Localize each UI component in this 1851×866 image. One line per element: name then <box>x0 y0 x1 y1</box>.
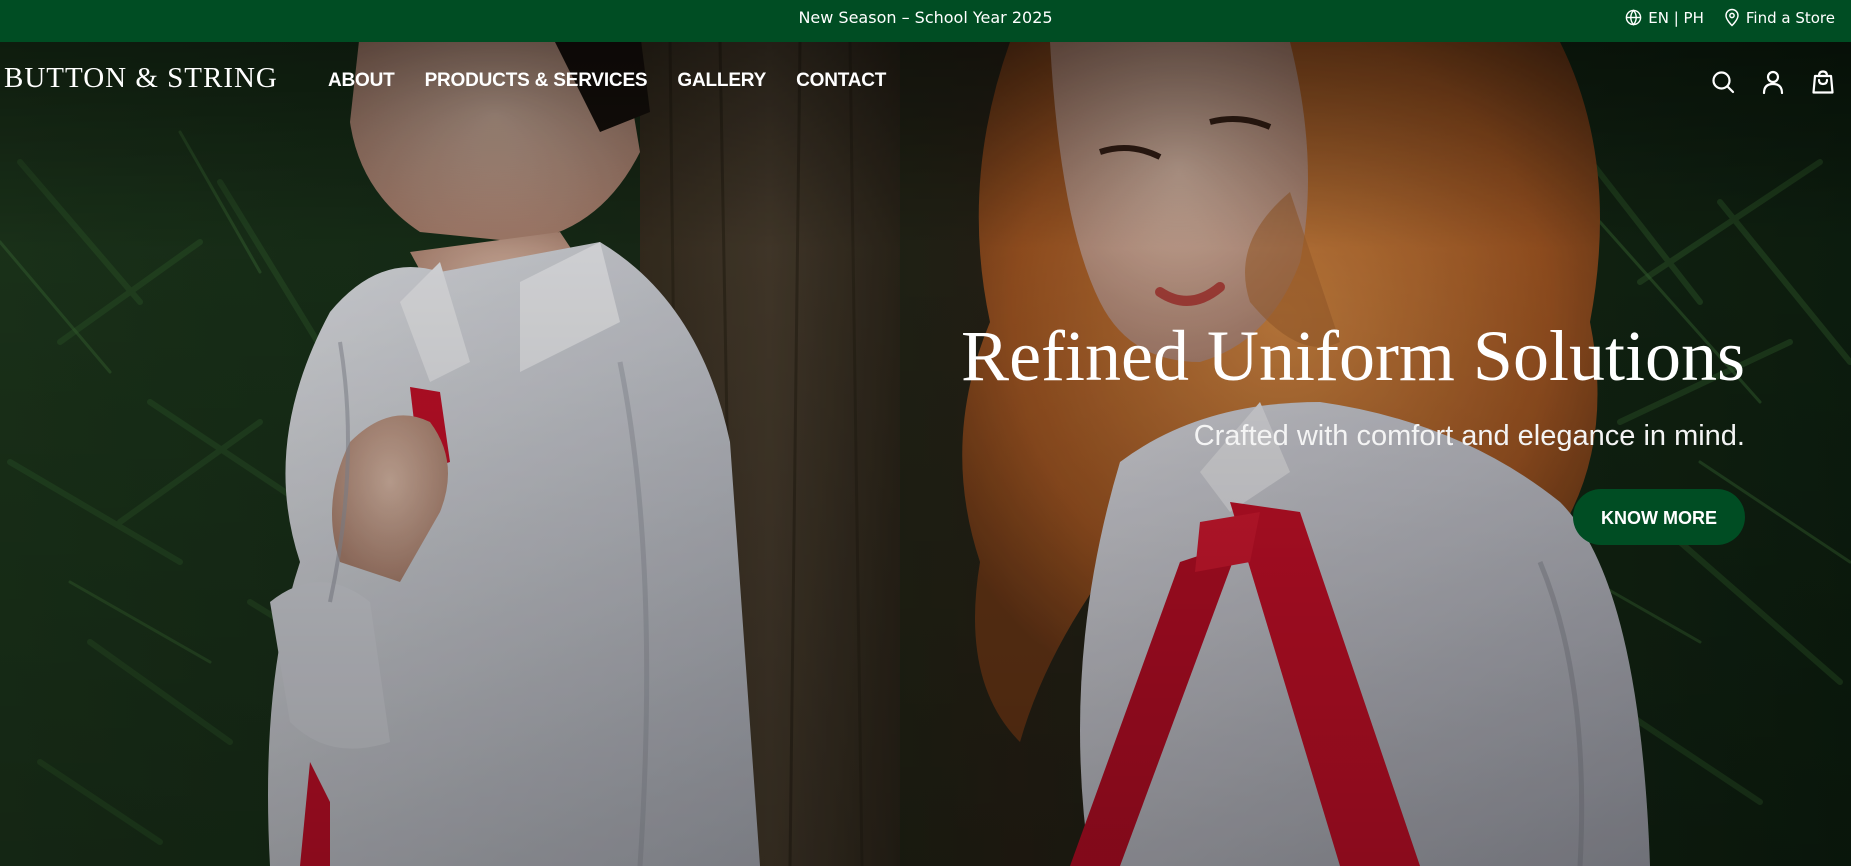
language-switcher[interactable]: EN | PH <box>1625 9 1704 27</box>
globe-icon <box>1625 9 1642 26</box>
map-pin-icon <box>1724 8 1740 27</box>
hero-copy: Refined Uniform Solutions Crafted with c… <box>845 310 1745 545</box>
language-label: EN | PH <box>1648 8 1704 27</box>
brand-logo[interactable]: BUTTON & STRING <box>4 62 278 95</box>
announcement-text: New Season – School Year 2025 <box>798 8 1053 27</box>
main-nav: ABOUT PRODUCTS & SERVICES GALLERY CONTAC… <box>328 70 886 92</box>
site-header: BUTTON & STRING ABOUT PRODUCTS & SERVICE… <box>0 42 1851 122</box>
hero-title: Refined Uniform Solutions <box>961 316 1745 396</box>
nav-item-gallery[interactable]: GALLERY <box>677 70 766 92</box>
know-more-button[interactable]: KNOW MORE <box>1573 489 1745 545</box>
hero-subtitle: Crafted with comfort and elegance in min… <box>1193 420 1745 452</box>
shopping-bag-icon[interactable] <box>1811 68 1835 96</box>
find-store-label: Find a Store <box>1745 8 1835 27</box>
nav-item-about[interactable]: ABOUT <box>328 70 395 92</box>
nav-item-products-services[interactable]: PRODUCTS & SERVICES <box>425 70 648 92</box>
nav-item-contact[interactable]: CONTACT <box>796 70 886 92</box>
account-icon[interactable] <box>1761 68 1785 96</box>
announcement-bar: New Season – School Year 2025 EN | PH Fi… <box>0 0 1851 42</box>
utility-links: EN | PH Find a Store <box>1625 0 1835 35</box>
search-icon[interactable] <box>1711 68 1735 96</box>
find-store-link[interactable]: Find a Store <box>1724 8 1835 27</box>
header-actions <box>1711 68 1835 96</box>
